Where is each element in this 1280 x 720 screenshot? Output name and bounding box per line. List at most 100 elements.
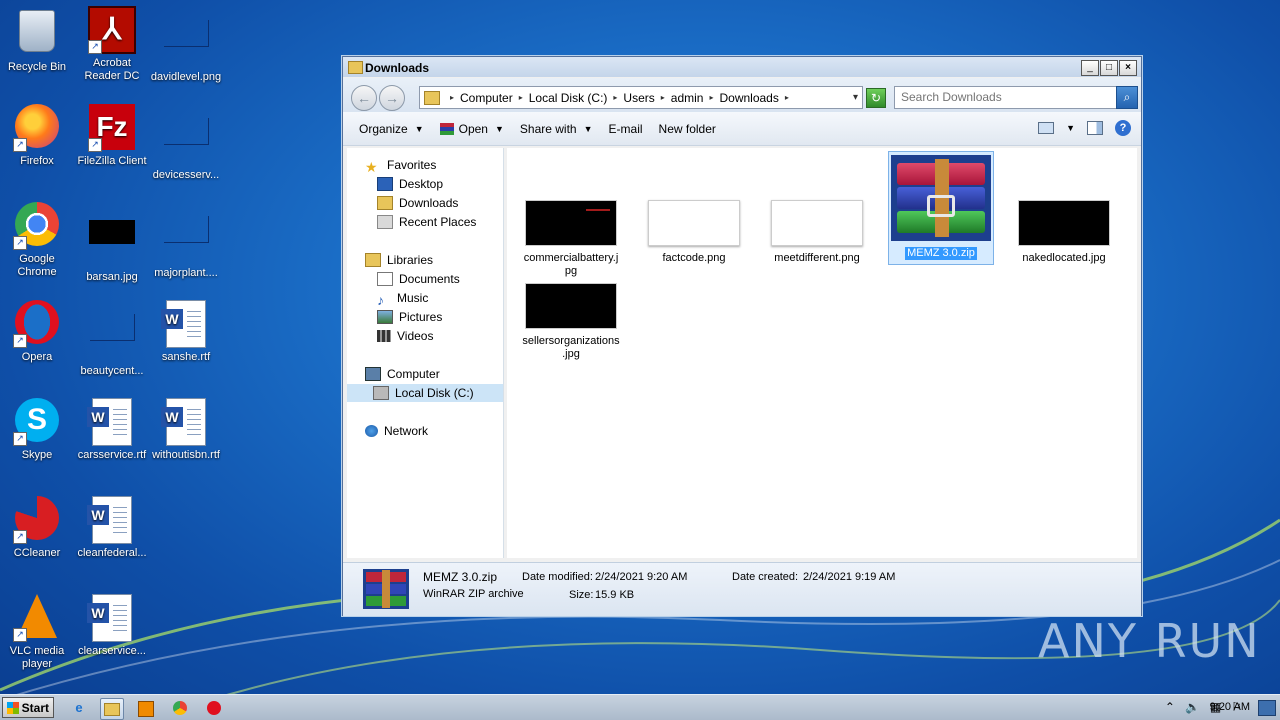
share-with-button[interactable]: Share with ▼ (512, 122, 601, 136)
nav-desktop[interactable]: Desktop (377, 175, 443, 193)
image-file-icon (163, 118, 209, 145)
chevron-up-icon[interactable]: ⌃ (1165, 700, 1175, 714)
explorer-taskbar-icon[interactable] (100, 698, 124, 720)
star-icon: ★ (365, 159, 378, 175)
search-icon[interactable]: ⌕ (1116, 86, 1138, 109)
desktop-icon-barsan[interactable]: barsan.jpg (75, 202, 149, 284)
desktop-icon-ccleaner[interactable]: ↗ CCleaner (0, 496, 74, 560)
breadcrumb-downloads[interactable]: Downloads (717, 91, 780, 105)
nav-documents-label: Documents (399, 272, 460, 286)
maximize-button[interactable]: □ (1100, 60, 1118, 76)
organize-label: Organize (359, 121, 408, 136)
desktop-icon-recycle-bin[interactable]: Recycle Bin (0, 6, 74, 74)
nav-music[interactable]: ♪ Music (377, 289, 428, 308)
show-desktop-button[interactable] (1258, 700, 1276, 716)
desktop-icon-devicesserv[interactable]: devicesserv... (149, 104, 223, 182)
help-icon[interactable]: ? (1115, 120, 1131, 136)
file-item-selected[interactable]: MEMZ 3.0.zip (888, 151, 994, 265)
desktop-icon-filezilla[interactable]: Fz ↗ FileZilla Client (75, 104, 149, 168)
file-item[interactable]: commercialbattery.j pg (519, 200, 623, 278)
organize-button[interactable]: Organize ▼ (351, 122, 432, 136)
nav-favorites[interactable]: ★ Favorites (365, 156, 436, 175)
taskbar: Start e ⌃ 🔈 ▦ ⚐ 9:20 AM (0, 694, 1280, 720)
breadcrumb-admin[interactable]: admin (669, 91, 706, 105)
desktop-icon-sanshe[interactable]: W sanshe.rtf (149, 300, 223, 364)
title-bar[interactable]: Downloads _ □ × (343, 57, 1141, 77)
desktop-icon-davidlevel[interactable]: davidlevel.png (149, 6, 223, 84)
volume-icon[interactable]: 🔈 (1185, 700, 1200, 714)
desktop-icon-clearservice[interactable]: W clearservice... (75, 594, 149, 658)
nav-downloads[interactable]: Downloads (377, 194, 458, 212)
refresh-button[interactable]: ↻ (866, 88, 886, 108)
file-name: sellersorganizations (522, 335, 620, 347)
desktop-icon-cleanfederal[interactable]: W cleanfederal... (75, 496, 149, 560)
image-thumbnail (771, 200, 863, 246)
desktop-icon-majorplant[interactable]: majorplant.... (149, 202, 223, 280)
nav-pictures[interactable]: Pictures (377, 308, 442, 326)
winrar-small-icon (439, 122, 454, 135)
search-box[interactable] (894, 86, 1118, 109)
desktop-icon-beautycent[interactable]: beautycent... (75, 300, 149, 378)
nav-libraries[interactable]: Libraries (365, 251, 433, 269)
view-options-icon[interactable] (1038, 122, 1055, 134)
search-input[interactable] (895, 87, 1117, 106)
file-name-continued: pg (564, 265, 578, 277)
file-item[interactable]: factcode.png (642, 200, 746, 265)
clock[interactable]: 9:20 AM (1210, 701, 1250, 713)
chevron-right-icon[interactable]: ▸ (781, 93, 793, 102)
close-button[interactable]: × (1119, 60, 1137, 76)
opera-taskbar-icon[interactable] (203, 698, 225, 718)
breadcrumb-computer[interactable]: Computer (458, 91, 515, 105)
explorer-window: Downloads _ □ × ← → ▸ Computer ▸ Local D… (342, 56, 1142, 616)
view-dropdown-icon[interactable]: ▼ (1066, 123, 1075, 133)
file-item[interactable]: meetdifferent.png (765, 200, 869, 265)
nav-documents[interactable]: Documents (377, 270, 460, 288)
nav-computer[interactable]: Computer (365, 365, 440, 383)
media-player-icon[interactable] (135, 698, 157, 718)
nav-pictures-label: Pictures (399, 310, 443, 324)
desktop-icon-acrobat[interactable]: ⅄ ↗ Acrobat Reader DC (75, 6, 149, 83)
documents-icon (377, 272, 393, 286)
chevron-right-icon[interactable]: ▸ (515, 93, 527, 102)
desktop-icon-carsservice[interactable]: W carsservice.rtf (75, 398, 149, 462)
breadcrumb-local-disk[interactable]: Local Disk (C:) (527, 91, 610, 105)
chrome-taskbar-icon[interactable] (169, 698, 191, 718)
image-file-icon (89, 220, 135, 244)
word-document-icon: W (161, 300, 206, 348)
address-bar-area: ← → ▸ Computer ▸ Local Disk (C:) ▸ Users… (343, 78, 1141, 112)
folder-icon (424, 90, 440, 105)
desktop-icon-chrome[interactable]: ↗ Google Chrome (0, 202, 74, 279)
nav-libraries-label: Libraries (387, 253, 434, 267)
start-button[interactable]: Start (2, 697, 54, 718)
new-folder-button[interactable]: New folder (651, 122, 724, 136)
nav-network[interactable]: Network (365, 422, 428, 440)
desktop-icon-firefox[interactable]: ↗ Firefox (0, 104, 74, 168)
open-label: Open (458, 121, 488, 136)
email-button[interactable]: E-mail (601, 122, 651, 136)
minimize-button[interactable]: _ (1081, 60, 1099, 76)
preview-pane-icon[interactable] (1087, 121, 1103, 135)
desktop-icon-vlc[interactable]: ↗ VLC media player (0, 594, 74, 671)
chevron-right-icon[interactable]: ▸ (609, 93, 621, 102)
internet-explorer-icon[interactable]: e (68, 698, 90, 718)
desktop-icon-opera[interactable]: ↗ Opera (0, 300, 74, 364)
forward-button[interactable]: → (379, 85, 405, 111)
address-bar[interactable]: ▸ Computer ▸ Local Disk (C:) ▸ Users ▸ a… (419, 86, 863, 109)
chevron-right-icon[interactable]: ▸ (705, 93, 717, 102)
open-button[interactable]: Open ▼ (432, 122, 512, 136)
image-thumbnail (1018, 200, 1110, 246)
file-item[interactable]: nakedlocated.jpg (1012, 200, 1116, 265)
back-button[interactable]: ← (351, 85, 377, 111)
chevron-right-icon[interactable]: ▸ (446, 93, 458, 102)
desktop-icon-skype[interactable]: S ↗ Skype (0, 398, 74, 462)
nav-local-disk[interactable]: Local Disk (C:) (347, 384, 503, 402)
breadcrumb-users[interactable]: Users (621, 91, 656, 105)
desktop-icon (377, 177, 393, 191)
file-item[interactable]: sellersorganizations .jpg (519, 283, 623, 361)
nav-recent-places[interactable]: Recent Places (377, 213, 476, 231)
chevron-right-icon[interactable]: ▸ (657, 93, 669, 102)
image-file-icon (163, 216, 209, 243)
nav-videos[interactable]: Videos (377, 327, 433, 345)
chevron-down-icon[interactable]: ▾ (849, 92, 862, 103)
desktop-icon-withoutisbn[interactable]: W withoutisbn.rtf (149, 398, 223, 462)
